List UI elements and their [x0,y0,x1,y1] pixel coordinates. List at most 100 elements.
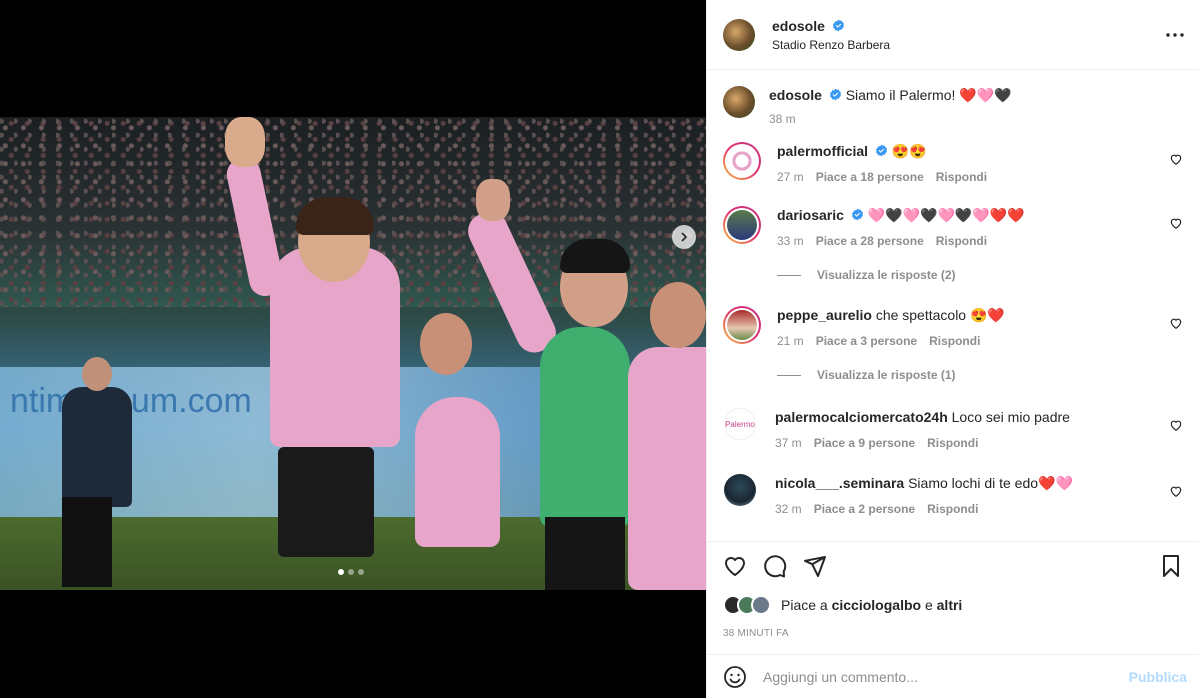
comment-time[interactable]: 37 m [775,436,802,450]
like-comment-heart-icon[interactable] [1169,152,1183,166]
comment-username[interactable]: nicola___.seminara [775,475,904,491]
view-replies-button[interactable]: Visualizza le risposte (2) [777,268,1183,282]
reply-button[interactable]: Rispondi [936,234,987,248]
comment-username[interactable]: palermofficial [777,143,868,159]
carousel-next-button[interactable] [672,225,696,249]
story-ring[interactable] [723,306,761,344]
comment-username[interactable]: palermocalciomercato24h [775,409,948,425]
view-replies-label: Visualizza le risposte (2) [817,268,956,282]
action-icons [723,542,1183,590]
photo-player-right [628,347,706,590]
photo-player-main-hair [296,197,374,235]
like-comment-heart-icon[interactable] [1169,484,1183,498]
more-options-button[interactable] [1163,24,1187,46]
avatar[interactable] [724,474,756,506]
post-time-ago[interactable]: 38 MINUTI FA [723,628,1183,639]
header-names: edosole Stadio Renzo Barbera [772,18,890,52]
post-photo[interactable]: ntimo mum.com [0,117,706,590]
photo-staff-figure [62,387,132,507]
photo-staff-legs [62,497,112,587]
comment-item: peppe_aurelio che spettacolo 😍❤️ 21 m Pi… [723,306,1183,348]
caption-time[interactable]: 38 m [769,112,796,126]
header-username[interactable]: edosole [772,18,825,34]
post-media: ntimo mum.com [0,0,706,698]
comment-time[interactable]: 21 m [777,334,804,348]
comment-time[interactable]: 27 m [777,170,804,184]
comment-body: peppe_aurelio che spettacolo 😍❤️ 21 m Pi… [777,306,1005,348]
comment-likes[interactable]: Piace a 2 persone [814,502,915,516]
avatar [727,210,757,240]
reply-button[interactable]: Rispondi [929,334,980,348]
comment-message: 😍😍 [891,143,927,159]
like-comment-heart-icon[interactable] [1169,316,1183,330]
comment-message: 🩷🖤🩷🖤🩷🖤🩷❤️❤️ [867,207,1025,223]
comment-item: dariosaric 🩷🖤🩷🖤🩷🖤🩷❤️❤️ 33 m Piace a 28 p… [723,206,1183,248]
avatar[interactable]: Palermo [724,408,756,440]
photo-player-back [415,397,500,547]
reply-button[interactable]: Rispondi [936,170,987,184]
caption-username[interactable]: edosole [769,87,822,103]
liker-avatars[interactable] [723,595,777,615]
comment-composer: Pubblica [707,654,1199,698]
story-ring[interactable] [723,206,761,244]
carousel-dot [348,569,354,575]
comment-likes[interactable]: Piace a 9 persone [814,436,915,450]
comment-text: palermocalciomercato24h Loco sei mio pad… [775,408,1070,426]
liker-username[interactable]: cicciologalbo [832,597,921,613]
avatar [727,146,757,176]
comment-likes[interactable]: Piace a 18 persone [816,170,924,184]
caption: edosole Siamo il Palermo! ❤️🩷🖤 38 m [723,86,1183,126]
post-header: edosole Stadio Renzo Barbera [707,0,1199,70]
comment-input[interactable] [763,668,1129,685]
comment-username[interactable]: dariosaric [777,207,844,223]
like-comment-heart-icon[interactable] [1169,418,1183,432]
carousel-dots [338,569,364,575]
avatar [751,595,771,615]
comment-meta: 37 m Piace a 9 persone Rispondi [775,436,1070,450]
comment-bubble-icon[interactable] [763,554,787,578]
post-panel: edosole Stadio Renzo Barbera edosole Sia… [706,0,1199,698]
emoji-icon[interactable] [723,665,747,689]
verified-badge-icon [851,208,863,221]
caption-body: edosole Siamo il Palermo! ❤️🩷🖤 38 m [769,86,1012,126]
photo-player-right-head [650,282,706,348]
like-heart-icon[interactable] [723,554,747,578]
avatar[interactable] [723,18,755,51]
comment-item: Palermo palermocalciomercato24h Loco sei… [723,408,1183,450]
comment-meta: 33 m Piace a 28 persone Rispondi [777,234,1025,248]
carousel-dot [358,569,364,575]
comment-username[interactable]: peppe_aurelio [777,307,872,323]
likes-middle: e [921,597,937,613]
caption-text: edosole Siamo il Palermo! ❤️🩷🖤 [769,86,1012,104]
comment-text: peppe_aurelio che spettacolo 😍❤️ [777,306,1005,324]
header-location[interactable]: Stadio Renzo Barbera [772,38,890,52]
comment-message: che spettacolo 😍❤️ [875,307,1005,323]
comment-body: palermocalciomercato24h Loco sei mio pad… [775,408,1070,450]
comment-time[interactable]: 32 m [775,502,802,516]
replies-divider [777,274,801,276]
likes-others[interactable]: altri [937,597,963,613]
photo-player-bib-shorts [545,517,625,590]
comment-text: nicola___.seminara Siamo lochi di te edo… [775,474,1073,492]
bookmark-icon[interactable] [1159,554,1183,578]
verified-badge-icon [832,19,844,31]
likes-prefix: Piace a [781,597,832,613]
share-send-icon[interactable] [803,554,827,578]
more-dots-icon [1166,33,1184,37]
view-replies-label: Visualizza le risposte (1) [817,368,956,382]
like-comment-heart-icon[interactable] [1169,216,1183,230]
story-ring[interactable] [723,142,761,180]
verified-badge-icon [829,88,841,101]
reply-button[interactable]: Rispondi [927,436,978,450]
comment-likes[interactable]: Piace a 28 persone [816,234,924,248]
avatar[interactable] [723,86,755,118]
comment-meta: 27 m Piace a 18 persone Rispondi [777,170,987,184]
view-replies-button[interactable]: Visualizza le risposte (1) [777,368,1183,382]
reply-button[interactable]: Rispondi [927,502,978,516]
photo-player-back-head [420,313,472,375]
comment-text: palermofficial 😍😍 [777,142,987,160]
publish-button[interactable]: Pubblica [1129,669,1187,685]
comment-meta: 21 m Piace a 3 persone Rispondi [777,334,1005,348]
comment-time[interactable]: 33 m [777,234,804,248]
comment-likes[interactable]: Piace a 3 persone [816,334,917,348]
